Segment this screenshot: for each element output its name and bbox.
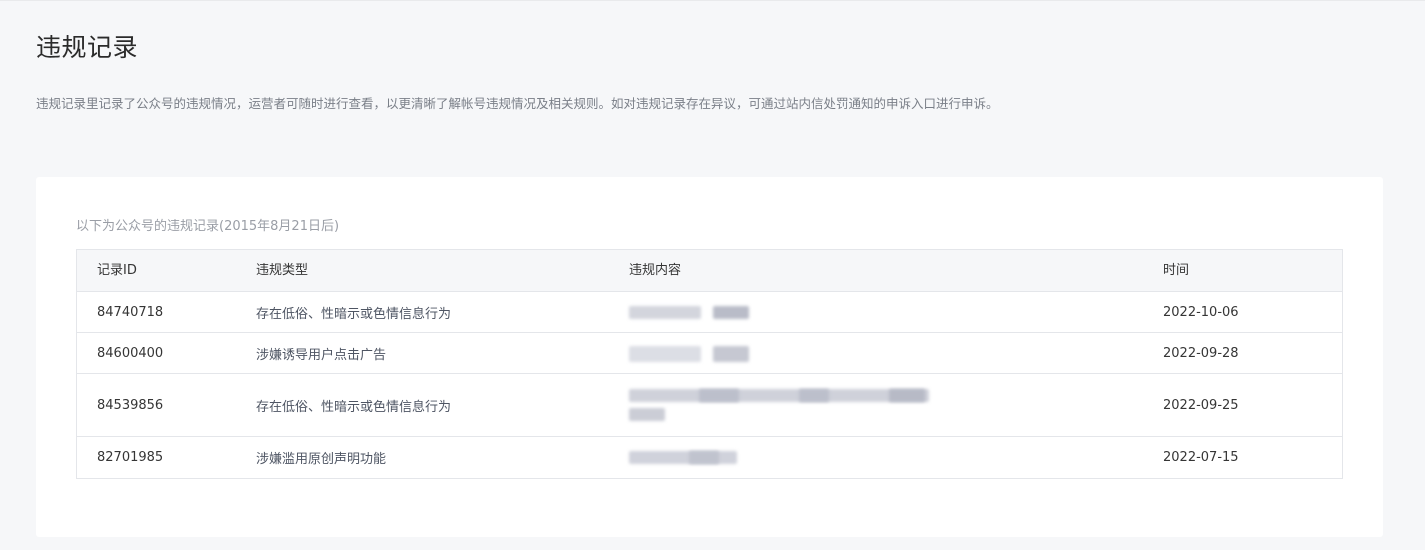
header-violation-type: 违规类型 xyxy=(256,263,309,278)
violation-type: 存在低俗、性暗示或色情信息行为 xyxy=(256,399,452,415)
violation-time: 2022-09-25 xyxy=(1163,397,1239,413)
table-row: 84539856 存在低俗、性暗示或色情信息行为 2022-09-25 xyxy=(77,374,1342,437)
header-time: 时间 xyxy=(1163,263,1190,278)
header-violation-content: 违规内容 xyxy=(629,263,682,278)
violation-records-card: 以下为公众号的违规记录(2015年8月21日后) 记录ID 违规类型 违规内容 … xyxy=(36,177,1383,537)
redaction-mask xyxy=(629,305,759,319)
header-record-id: 记录ID xyxy=(97,263,137,278)
record-id: 84539856 xyxy=(97,397,164,413)
violation-type: 涉嫌滥用原创声明功能 xyxy=(256,452,387,467)
violation-table: 记录ID 违规类型 违规内容 时间 84740718 存在低俗、性暗示或色情信息… xyxy=(76,249,1343,479)
redaction-mask xyxy=(629,408,669,421)
redaction-mask xyxy=(629,451,749,464)
record-id: 84600400 xyxy=(97,345,164,361)
violation-time: 2022-09-28 xyxy=(1163,345,1239,361)
page: 违规记录 违规记录里记录了公众号的违规情况，运营者可随时进行查看，以更清晰了解帐… xyxy=(0,0,1425,550)
violation-type: 涉嫌诱导用户点击广告 xyxy=(256,347,387,363)
redacted-content xyxy=(629,333,759,373)
record-id: 82701985 xyxy=(97,450,164,465)
page-description: 违规记录里记录了公众号的违规情况，运营者可随时进行查看，以更清晰了解帐号违规情况… xyxy=(36,96,999,111)
redacted-content xyxy=(629,437,749,478)
violation-time: 2022-10-06 xyxy=(1163,304,1239,320)
page-title: 违规记录 xyxy=(36,33,139,62)
redacted-content xyxy=(629,292,759,332)
redaction-mask xyxy=(629,389,929,402)
table-row: 84740718 存在低俗、性暗示或色情信息行为 2022-10-06 xyxy=(77,292,1342,333)
redaction-mask xyxy=(629,343,759,363)
table-row: 84600400 涉嫌诱导用户点击广告 2022-09-28 xyxy=(77,333,1342,374)
card-caption: 以下为公众号的违规记录(2015年8月21日后) xyxy=(76,219,340,234)
table-header: 记录ID 违规类型 违规内容 时间 xyxy=(77,250,1342,292)
violation-type: 存在低俗、性暗示或色情信息行为 xyxy=(256,306,452,322)
violation-time: 2022-07-15 xyxy=(1163,450,1239,465)
redacted-content xyxy=(629,374,929,436)
record-id: 84740718 xyxy=(97,304,164,320)
table-row: 82701985 涉嫌滥用原创声明功能 2022-07-15 xyxy=(77,437,1342,478)
